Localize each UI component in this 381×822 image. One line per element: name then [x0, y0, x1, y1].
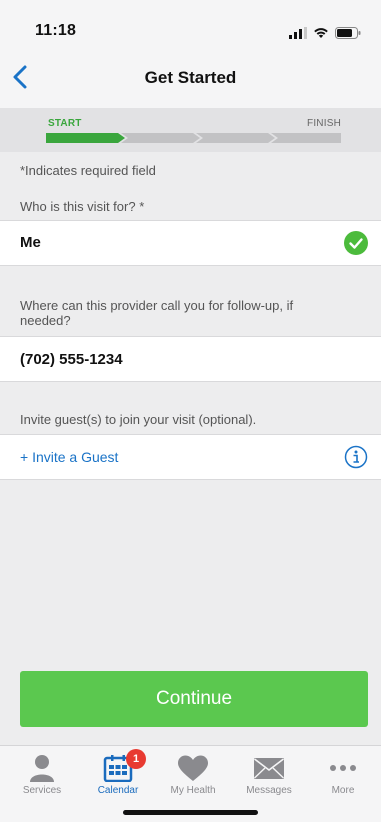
status-time: 11:18	[35, 22, 77, 39]
tab-more[interactable]: More	[305, 746, 381, 806]
status-icons	[289, 26, 361, 40]
envelope-icon	[254, 758, 284, 779]
page-title: Get Started	[144, 68, 237, 87]
progress-step-2	[121, 133, 200, 143]
progress-step-4	[271, 133, 341, 143]
phone-value: (702) 555-1234	[20, 351, 123, 368]
invite-guest-link[interactable]: + Invite a Guest	[20, 449, 118, 465]
progress-start-label: START	[48, 118, 82, 129]
tab-services[interactable]: Services	[4, 746, 80, 806]
signal-icon	[289, 27, 307, 39]
phone-label: Where can this provider call you for fol…	[20, 298, 294, 328]
visit-for-row[interactable]: Me	[0, 220, 381, 266]
progress-step-3	[196, 133, 275, 143]
notification-badge: 1	[126, 749, 146, 769]
tab-label: Messages	[246, 785, 292, 796]
tab-label: More	[331, 785, 355, 796]
info-icon[interactable]	[344, 445, 368, 469]
tab-my-health[interactable]: My Health	[155, 746, 231, 806]
tab-calendar[interactable]: 1 Calendar	[80, 746, 156, 806]
guests-label: Invite guest(s) to join your visit (opti…	[20, 412, 257, 427]
progress-finish-label: FINISH	[307, 118, 341, 129]
visit-for-value: Me	[20, 234, 41, 251]
invite-guest-row[interactable]: + Invite a Guest	[0, 434, 381, 480]
progress-steps	[46, 133, 341, 143]
wifi-icon	[314, 28, 328, 38]
progress-step-1	[46, 133, 125, 143]
tab-messages[interactable]: Messages	[231, 746, 307, 806]
visit-for-label: Who is this visit for? *	[20, 199, 145, 214]
progress-indicator: START FINISH	[0, 108, 381, 152]
tab-label: Calendar	[97, 785, 139, 796]
nav-bar: Get Started	[0, 46, 381, 108]
checkmark-icon	[344, 231, 368, 255]
required-note: *Indicates required field	[20, 163, 156, 178]
tab-label: My Health	[170, 785, 216, 796]
person-icon	[30, 755, 54, 782]
home-indicator	[123, 810, 258, 815]
tab-label: Services	[22, 785, 62, 796]
battery-icon	[335, 27, 361, 39]
heart-icon	[178, 755, 208, 781]
continue-button[interactable]: Continue	[20, 671, 368, 727]
more-dots-icon	[330, 765, 356, 771]
status-bar: 11:18	[0, 0, 381, 46]
phone-row[interactable]: (702) 555-1234	[0, 336, 381, 382]
